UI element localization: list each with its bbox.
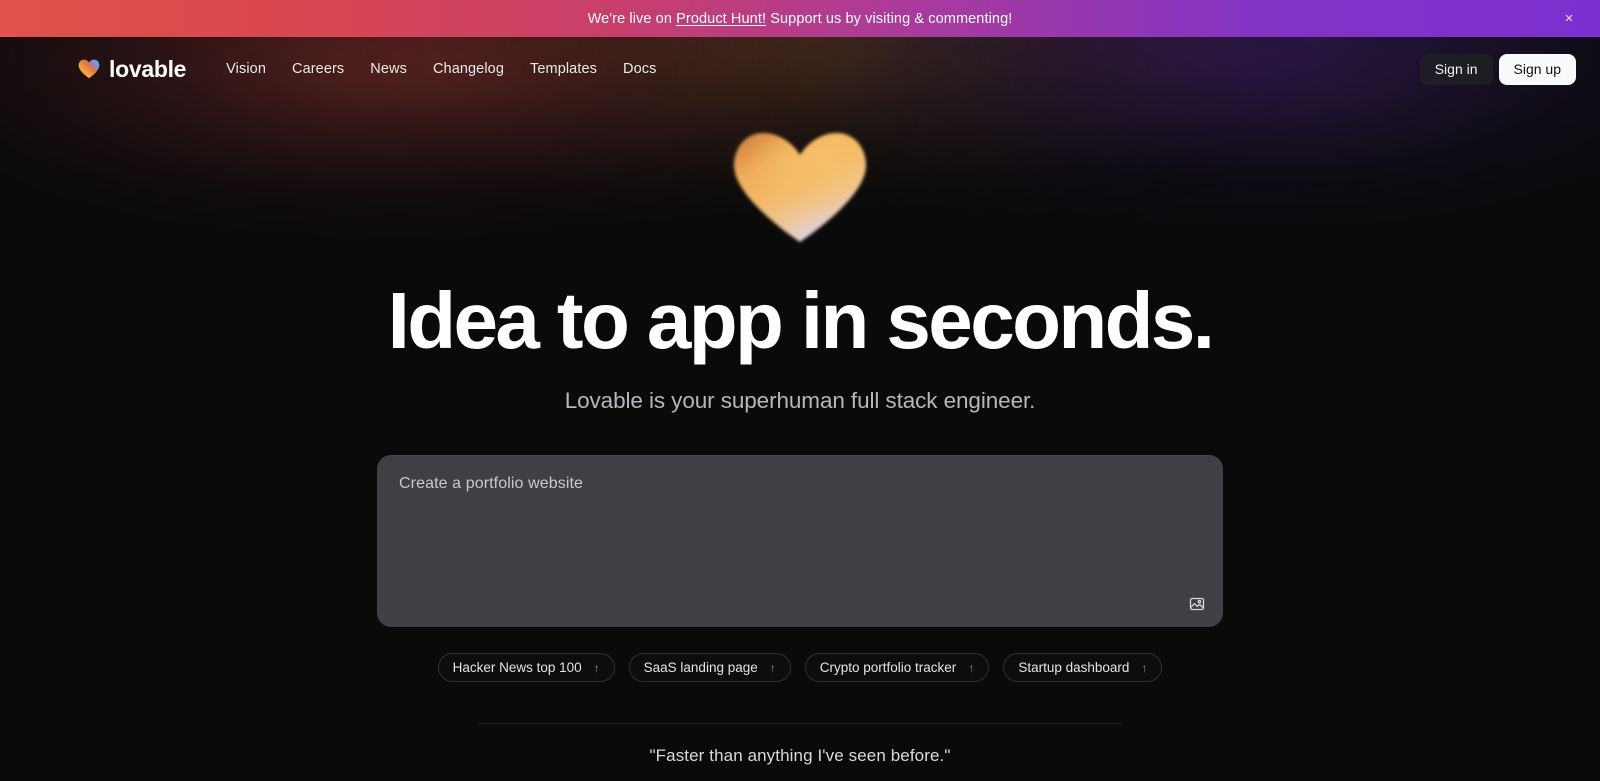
chip-startup-dashboard[interactable]: Startup dashboard ↑ — [1003, 653, 1163, 682]
arrow-up-icon: ↑ — [769, 660, 776, 675]
brand-logo[interactable]: lovable — [78, 56, 186, 83]
announcement-suffix: Support us by visiting & commenting! — [766, 10, 1013, 27]
image-attach-icon[interactable] — [1187, 594, 1207, 614]
section-divider — [478, 723, 1122, 724]
suggestion-chips: Hacker News top 100 ↑ SaaS landing page … — [437, 653, 1163, 682]
arrow-up-icon: ↑ — [593, 660, 600, 675]
announcement-prefix: We're live on — [587, 10, 677, 27]
brand-name: lovable — [109, 55, 187, 82]
page-subtitle: Lovable is your superhuman full stack en… — [564, 388, 1036, 413]
nav-links: Vision Careers News Changelog Templates … — [226, 61, 656, 77]
chip-label: SaaS landing page — [643, 660, 758, 675]
auth-actions: Sign in Sign up — [1419, 53, 1576, 85]
chip-hacker-news-top-100[interactable]: Hacker News top 100 ↑ — [437, 653, 615, 682]
announcement-text: We're live on Product Hunt! Support us b… — [588, 11, 1013, 27]
close-icon[interactable]: × — [1560, 10, 1578, 28]
arrow-up-icon: ↑ — [968, 660, 975, 675]
chip-label: Crypto portfolio tracker — [819, 660, 957, 675]
sign-up-button[interactable]: Sign up — [1498, 53, 1576, 85]
chip-saas-landing-page[interactable]: SaaS landing page ↑ — [628, 653, 791, 682]
heart-gradient-icon — [734, 133, 866, 242]
hero-section: Idea to app in seconds. Lovable is your … — [0, 101, 1600, 766]
heart-logo-icon — [78, 59, 100, 79]
chip-label: Hacker News top 100 — [452, 660, 582, 675]
prompt-input[interactable]: Create a portfolio website — [377, 455, 1223, 627]
announcement-banner: We're live on Product Hunt! Support us b… — [0, 0, 1600, 37]
testimonial-quote: "Faster than anything I've seen before." — [649, 746, 951, 765]
nav-link-news[interactable]: News — [370, 61, 407, 77]
testimonial-section: "Faster than anything I've seen before." — [478, 723, 1122, 766]
main-navigation: lovable Vision Careers News Changelog Te… — [0, 37, 1600, 101]
product-hunt-link[interactable]: Product Hunt! — [676, 11, 766, 27]
chip-label: Startup dashboard — [1018, 660, 1130, 675]
nav-link-vision[interactable]: Vision — [226, 61, 266, 77]
nav-link-changelog[interactable]: Changelog — [433, 61, 504, 77]
sign-in-button[interactable]: Sign in — [1419, 53, 1493, 85]
chip-crypto-portfolio-tracker[interactable]: Crypto portfolio tracker ↑ — [804, 653, 990, 682]
prompt-placeholder: Create a portfolio website — [399, 475, 584, 492]
page-title: Idea to app in seconds. — [387, 276, 1215, 365]
nav-link-docs[interactable]: Docs — [623, 61, 656, 77]
arrow-up-icon: ↑ — [1141, 660, 1148, 675]
nav-link-templates[interactable]: Templates — [530, 61, 597, 77]
nav-link-careers[interactable]: Careers — [292, 61, 344, 77]
